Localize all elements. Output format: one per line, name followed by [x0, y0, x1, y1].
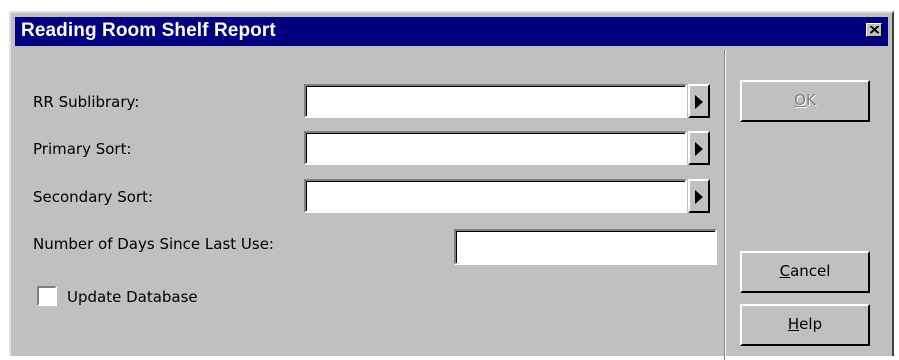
help-label-rest: elp [799, 315, 823, 333]
sublibrary-dropdown-button[interactable] [688, 84, 710, 118]
secondary-sort-dropdown-button[interactable] [688, 179, 710, 213]
ok-mnemonic: O [794, 91, 806, 109]
help-mnemonic: H [787, 315, 800, 333]
ok-button[interactable]: OK [740, 80, 870, 122]
sublibrary-field[interactable] [304, 84, 687, 118]
dialog-window: Reading Room Shelf Report RR Sublibrary:… [9, 11, 894, 360]
days-since-last-use-label: Number of Days Since Last Use: [33, 235, 274, 253]
days-since-last-use-field[interactable] [454, 229, 717, 265]
vertical-divider [724, 50, 726, 360]
help-button[interactable]: Help [740, 304, 870, 346]
title-bar[interactable]: Reading Room Shelf Report [15, 17, 888, 46]
primary-sort-field[interactable] [304, 131, 687, 165]
cancel-mnemonic: C [779, 262, 791, 280]
arrow-right-icon [695, 142, 703, 156]
sublibrary-label: RR Sublibrary: [33, 93, 140, 111]
update-database-label[interactable]: Update Database [67, 288, 198, 306]
cancel-button[interactable]: Cancel [740, 251, 870, 293]
cancel-label-rest: ancel [790, 262, 831, 280]
secondary-sort-field[interactable] [304, 179, 687, 213]
close-icon [870, 26, 879, 34]
close-button[interactable] [866, 23, 882, 37]
primary-sort-dropdown-button[interactable] [688, 131, 710, 165]
ok-label-rest: K [805, 91, 816, 109]
arrow-right-icon [695, 190, 703, 204]
secondary-sort-label: Secondary Sort: [33, 188, 154, 206]
update-database-checkbox[interactable] [37, 286, 57, 306]
primary-sort-label: Primary Sort: [33, 140, 132, 158]
window-title: Reading Room Shelf Report [21, 20, 276, 41]
arrow-right-icon [695, 95, 703, 109]
